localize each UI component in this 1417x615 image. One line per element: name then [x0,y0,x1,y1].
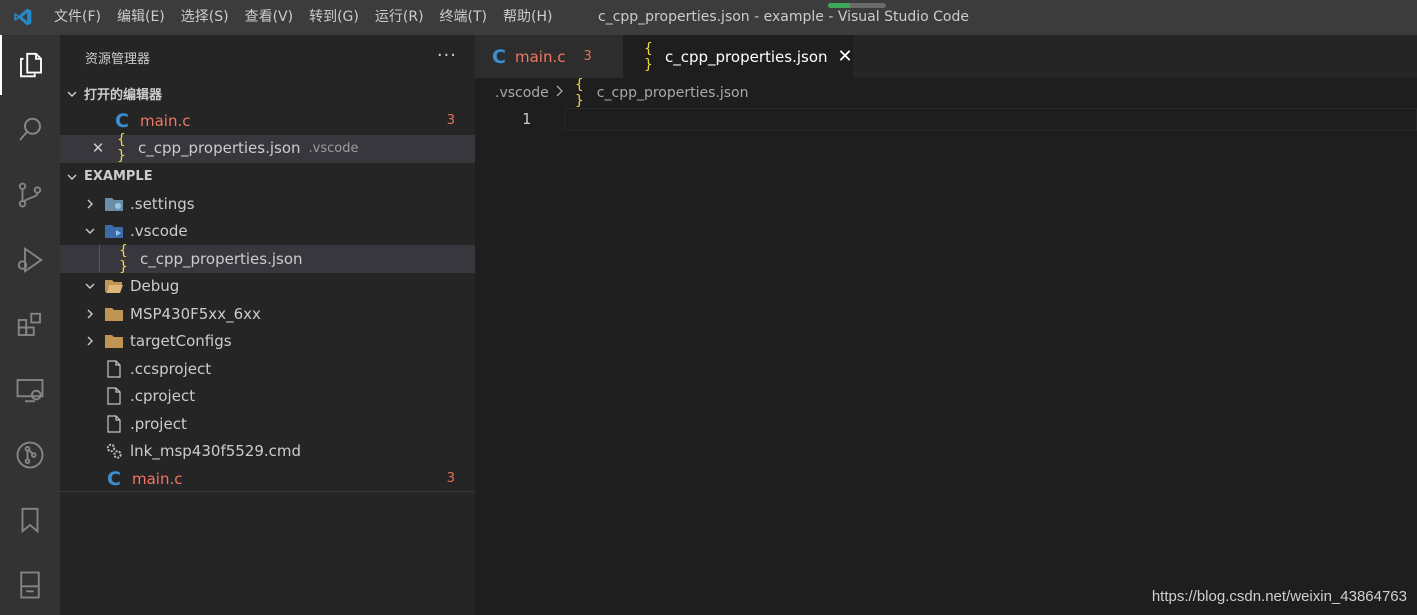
breadcrumb: .vscode { } c_cpp_properties.json [475,77,1417,109]
breadcrumb-file[interactable]: c_cpp_properties.json [597,85,749,101]
chevron-right-icon [554,85,564,101]
tree-item-label: .settings [130,194,195,213]
settings-folder-icon [104,194,124,214]
sidebar-title: 资源管理器 [85,52,151,67]
tree-item-label: .ccsproject [130,359,212,378]
json-file-icon: { } [644,40,652,73]
c-file-icon: C [115,109,129,132]
problem-count-badge: 3 [446,471,455,487]
tree-item-settings-folder[interactable]: .settings [60,190,475,218]
search-icon[interactable] [0,100,60,160]
extensions-icon[interactable] [0,295,60,355]
activity-bar [0,35,60,615]
file-icon [104,414,124,434]
source-control-icon[interactable] [0,165,60,225]
folder-open-icon [104,276,124,296]
close-icon[interactable]: ✕ [838,46,853,67]
tab-main-c[interactable]: C main.c 3 [475,35,623,78]
tree-item-label: .vscode [130,222,188,241]
tree-item-main-c[interactable]: C main.c 3 [60,465,475,493]
chevron-down-icon [82,278,98,294]
current-line-highlight [564,108,1417,131]
more-actions-icon[interactable]: ··· [437,45,457,66]
run-debug-icon[interactable] [0,230,60,290]
close-icon[interactable]: ✕ [90,139,106,157]
tree-item-cproject[interactable]: .cproject [60,383,475,411]
gear-icon [104,441,124,461]
code-editor[interactable]: 1 https://blog.csdn.net/weixin_43864763 [475,108,1417,615]
json-file-icon: { } [575,77,583,109]
sidebar-header: 资源管理器 ··· [60,35,475,80]
c-file-icon: C [107,467,121,490]
tree-item-label: lnk_msp430f5529.cmd [130,442,302,461]
tree-item-vscode-folder[interactable]: .vscode [60,218,475,246]
sidebar-divider [60,491,475,492]
tab-c-cpp-properties[interactable]: { } c_cpp_properties.json ✕ [623,35,853,78]
workspace-title: EXAMPLE [84,169,153,184]
line-number: 1 [521,110,531,128]
tree-item-lnk-cmd[interactable]: lnk_msp430f5529.cmd [60,438,475,466]
file-icon [104,359,124,379]
folder-icon [104,331,124,351]
tree-item-msp430-folder[interactable]: MSP430F5xx_6xx [60,300,475,328]
tab-label: main.c [515,47,566,66]
tree-item-label: Debug [130,277,180,296]
tree-item-label: .cproject [130,387,196,406]
explorer-icon[interactable] [0,35,60,95]
folder-icon [104,304,124,324]
open-editor-folder-desc: .vscode [308,140,359,156]
open-editors-section-header[interactable]: 打开的编辑器 [60,80,475,107]
problem-count-badge: 3 [446,113,455,129]
c-file-icon: C [492,45,506,68]
open-editor-label: main.c [140,111,191,130]
tab-label: c_cpp_properties.json [665,47,828,66]
tree-item-label: main.c [132,469,183,488]
tree-item-c-cpp-properties[interactable]: { } c_cpp_properties.json [60,242,475,275]
tree-item-label: targetConfigs [130,332,232,351]
panel-icon[interactable] [0,555,60,615]
json-file-icon: { } [119,242,127,275]
tree-item-ccsproject[interactable]: .ccsproject [60,355,475,383]
chevron-right-icon [82,333,98,349]
indent-guide [99,245,100,272]
chevron-right-icon [82,196,98,212]
vscode-folder-icon [104,221,124,241]
json-file-icon: { } [117,132,125,165]
title-bar: 文件(F) 编辑(E) 选择(S) 查看(V) 转到(G) 运行(R) 终端(T… [0,0,1417,35]
bookmarks-icon[interactable] [0,490,60,550]
chevron-down-icon [82,223,98,239]
remote-explorer-icon[interactable] [0,360,60,420]
open-editor-item-json[interactable]: ✕ { } c_cpp_properties.json .vscode [60,132,475,165]
tree-item-debug-folder[interactable]: Debug [60,273,475,301]
git-graph-icon[interactable] [0,425,60,485]
file-icon [104,386,124,406]
workspace-section-header[interactable]: EXAMPLE [60,162,475,190]
open-editor-item-main-c[interactable]: C main.c 3 [60,107,475,135]
editor-tabs: C main.c 3 { } c_cpp_properties.json ✕ [475,35,1417,78]
chevron-down-icon [60,171,84,183]
open-editor-label: c_cpp_properties.json [138,139,301,158]
chevron-down-icon [60,88,84,100]
tab-problem-badge: 3 [583,49,592,64]
breadcrumb-folder[interactable]: .vscode [495,85,549,101]
tree-item-label: MSP430F5xx_6xx [130,304,261,323]
tree-item-label: c_cpp_properties.json [140,249,303,268]
open-editors-title: 打开的编辑器 [84,88,163,103]
window-title: c_cpp_properties.json - example - Visual… [598,9,969,25]
explorer-sidebar: 资源管理器 ··· 打开的编辑器 C main.c 3 ✕ { } c_cpp_… [60,35,475,615]
tree-item-label: .project [130,414,187,433]
tree-item-targetconfigs-folder[interactable]: targetConfigs [60,328,475,356]
watermark: https://blog.csdn.net/weixin_43864763 [1151,588,1407,605]
tree-item-project[interactable]: .project [60,410,475,438]
chevron-right-icon [82,306,98,322]
